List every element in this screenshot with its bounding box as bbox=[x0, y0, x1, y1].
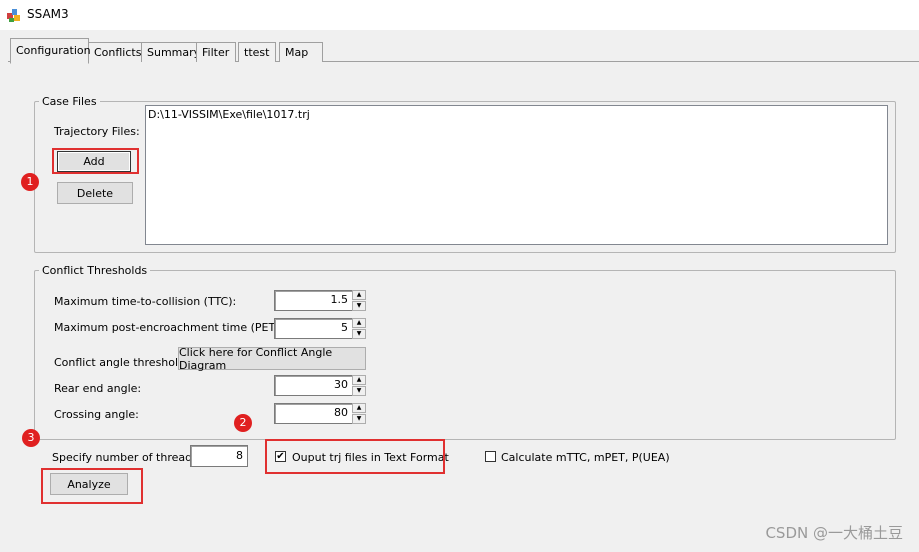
crossing-angle-spinner[interactable]: ▲ ▼ bbox=[352, 403, 366, 424]
tab-filter[interactable]: Filter bbox=[196, 42, 236, 62]
annotation-badge-2: 2 bbox=[234, 414, 252, 432]
trajectory-files-list[interactable]: D:\11-VISSIM\Exe\file\1017.trj bbox=[145, 105, 888, 245]
crossing-angle-input[interactable]: 80 bbox=[274, 403, 352, 424]
rear-end-angle-label: Rear end angle: bbox=[54, 382, 142, 395]
annotation-badge-3: 3 bbox=[22, 429, 40, 447]
conflict-thresholds-title: Conflict Thresholds bbox=[39, 264, 151, 277]
calc-metrics-label[interactable]: Calculate mTTC, mPET, P(UEA) bbox=[501, 451, 670, 464]
spin-down-icon[interactable]: ▼ bbox=[352, 414, 366, 424]
ttc-input[interactable]: 1.5 bbox=[274, 290, 352, 311]
annotation-box-output bbox=[265, 439, 445, 474]
app-icon bbox=[7, 9, 20, 22]
spin-up-icon[interactable]: ▲ bbox=[352, 290, 366, 300]
spin-down-icon[interactable]: ▼ bbox=[352, 329, 366, 339]
crossing-angle-label: Crossing angle: bbox=[54, 408, 139, 421]
angle-thresholds-label: Conflict angle thresholds: bbox=[54, 356, 195, 369]
window-title: SSAM3 bbox=[27, 7, 69, 21]
tab-summary[interactable]: Summary bbox=[141, 42, 200, 62]
delete-button[interactable]: Delete bbox=[57, 182, 133, 204]
tab-conflicts[interactable]: Conflicts bbox=[88, 42, 144, 62]
tab-ttest[interactable]: ttest bbox=[238, 42, 276, 62]
list-item[interactable]: D:\11-VISSIM\Exe\file\1017.trj bbox=[148, 108, 885, 121]
ttc-label: Maximum time-to-collision (TTC): bbox=[54, 295, 237, 308]
spin-up-icon[interactable]: ▲ bbox=[352, 375, 366, 385]
tab-configuration[interactable]: Configuration bbox=[10, 38, 91, 64]
calc-metrics-checkbox[interactable] bbox=[485, 451, 496, 462]
ttc-spinner[interactable]: ▲ ▼ bbox=[352, 290, 366, 311]
spin-up-icon[interactable]: ▲ bbox=[352, 403, 366, 413]
tab-map[interactable]: Map bbox=[279, 42, 323, 62]
rear-end-angle-input[interactable]: 30 bbox=[274, 375, 352, 396]
spin-up-icon[interactable]: ▲ bbox=[352, 318, 366, 328]
watermark: CSDN @一大桶土豆 bbox=[765, 524, 903, 542]
spin-down-icon[interactable]: ▼ bbox=[352, 301, 366, 311]
spin-down-icon[interactable]: ▼ bbox=[352, 386, 366, 396]
threads-label: Specify number of threads: bbox=[52, 451, 202, 464]
trajectory-files-label: Trajectory Files: bbox=[54, 125, 140, 138]
annotation-badge-1: 1 bbox=[21, 173, 39, 191]
title-bar bbox=[0, 0, 919, 30]
angle-diagram-button[interactable]: Click here for Conflict Angle Diagram bbox=[178, 346, 366, 372]
rear-end-angle-spinner[interactable]: ▲ ▼ bbox=[352, 375, 366, 396]
annotation-box-analyze bbox=[41, 468, 143, 504]
pet-spinner[interactable]: ▲ ▼ bbox=[352, 318, 366, 339]
annotation-box-add bbox=[52, 148, 139, 174]
pet-input[interactable]: 5 bbox=[274, 318, 352, 339]
case-files-title: Case Files bbox=[39, 95, 100, 108]
threads-input[interactable]: 8 bbox=[190, 445, 248, 467]
pet-label: Maximum post-encroachment time (PET): bbox=[54, 321, 284, 334]
